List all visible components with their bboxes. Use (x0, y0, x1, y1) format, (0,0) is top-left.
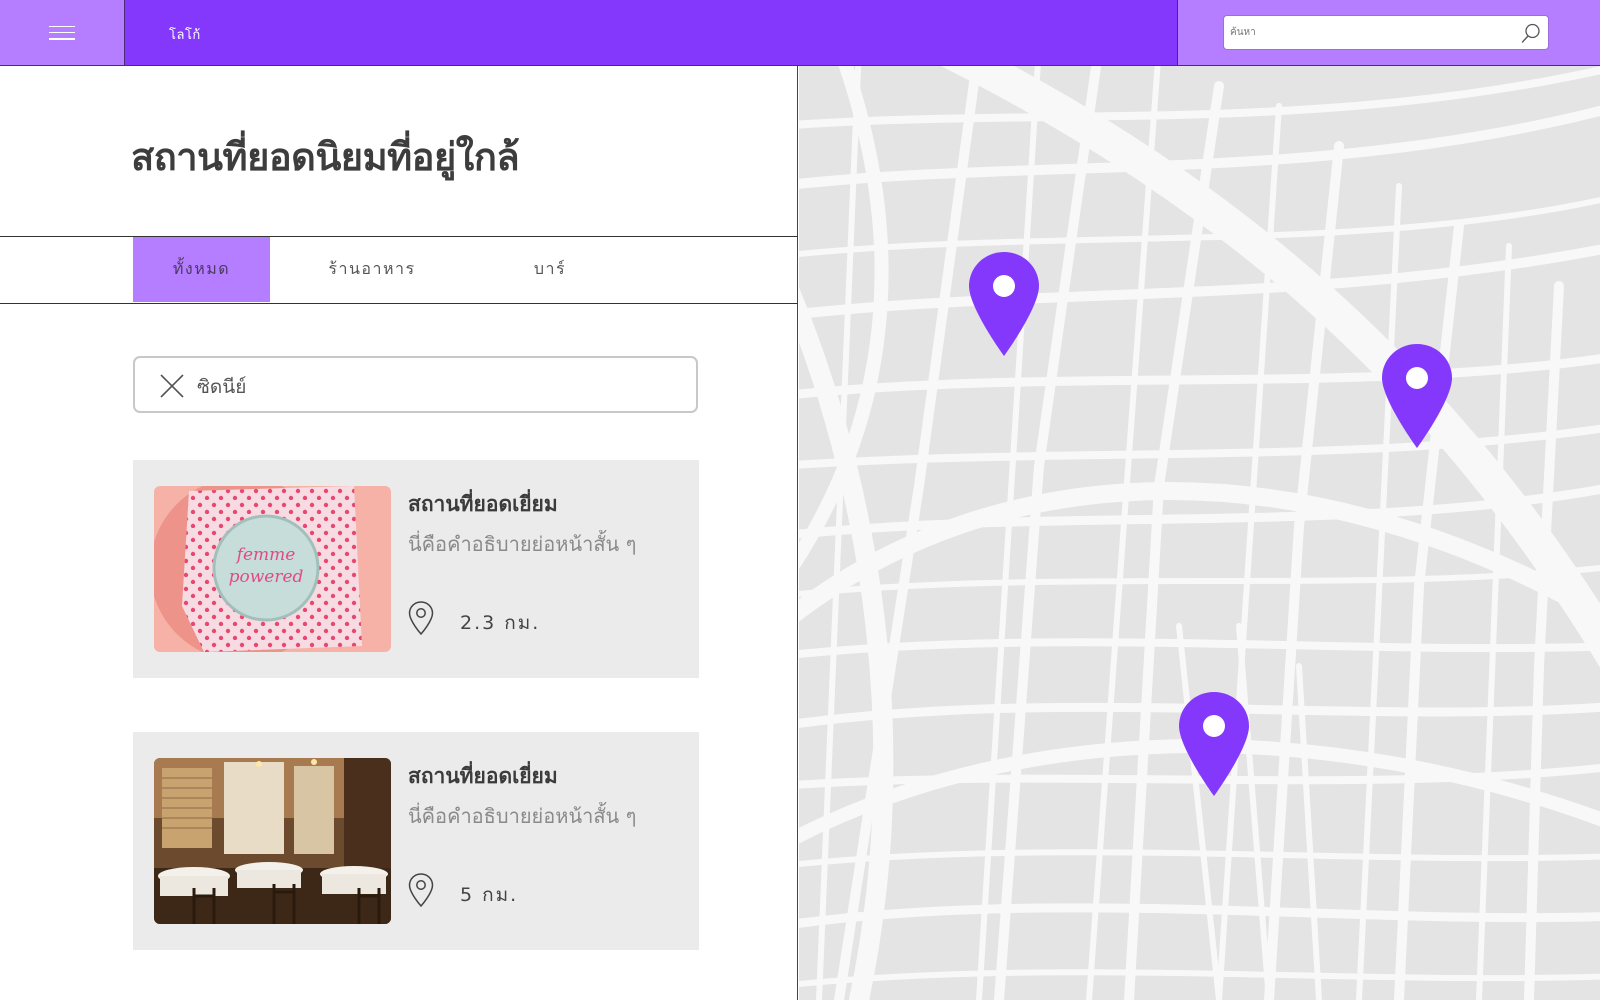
filter-value: ซิดนีย์ (197, 376, 247, 398)
page-title: สถานที่ยอดนิยมที่อยู่ใกล้ (131, 135, 520, 179)
search-icon[interactable] (1520, 22, 1542, 44)
svg-text:powered: powered (229, 567, 304, 587)
street-map (799, 66, 1600, 1000)
menu-button[interactable] (0, 0, 125, 65)
place-card[interactable]: สถานที่ยอดเยี่ยม นี่คือคำอธิบายย่อหน้าสั… (133, 732, 699, 950)
place-card[interactable]: femme powered สถานที่ยอดเยี่ยม นี่คือคำอ… (133, 460, 699, 678)
map-pin-icon[interactable] (1382, 344, 1452, 448)
places-panel: สถานที่ยอดนิยมที่อยู่ใกล้ ทั้งหมด ร้านอา… (0, 66, 798, 1000)
cake-photo: femme powered (154, 486, 391, 652)
place-description: นี่คือคำอธิบายย่อหน้าสั้น ๆ (408, 532, 637, 556)
tab-restaurants[interactable]: ร้านอาหาร (297, 237, 447, 302)
map-pin-icon[interactable] (1179, 692, 1249, 796)
tab-all[interactable]: ทั้งหมด (133, 237, 270, 302)
location-pin-icon (408, 601, 434, 636)
tab-bars[interactable]: บาร์ (485, 237, 615, 302)
place-distance: 5 กม. (460, 884, 519, 906)
hamburger-icon (49, 25, 75, 40)
place-name[interactable]: สถานที่ยอดเยี่ยม (408, 760, 558, 793)
search-box[interactable] (1223, 15, 1549, 50)
location-filter-chip[interactable]: ซิดนีย์ (133, 356, 698, 413)
svg-text:femme: femme (235, 545, 296, 565)
place-distance: 2.3 กม. (460, 612, 541, 634)
close-icon[interactable] (159, 373, 185, 399)
place-name[interactable]: สถานที่ยอดเยี่ยม (408, 488, 558, 521)
map-view[interactable] (799, 66, 1600, 1000)
location-pin-icon (408, 873, 434, 908)
search-input[interactable] (1230, 20, 1510, 44)
top-bar: โลโก้ (0, 0, 1600, 66)
place-description: นี่คือคำอธิบายย่อหน้าสั้น ๆ (408, 804, 637, 828)
logo[interactable]: โลโก้ (169, 24, 201, 45)
restaurant-interior-photo (154, 758, 391, 924)
map-pin-icon[interactable] (969, 252, 1039, 356)
category-tabs: ทั้งหมด ร้านอาหาร บาร์ (0, 236, 798, 304)
search-area (1177, 0, 1600, 65)
